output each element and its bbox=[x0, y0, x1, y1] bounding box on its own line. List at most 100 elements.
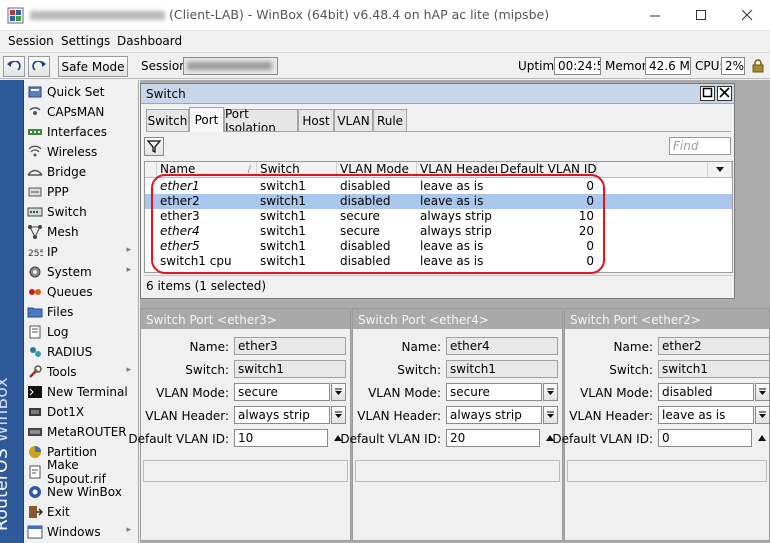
menu-session[interactable]: Session bbox=[8, 34, 54, 48]
safe-mode-button[interactable]: Safe Mode bbox=[58, 56, 128, 77]
sidebar-item-switch[interactable]: Switch bbox=[24, 202, 139, 222]
tab-rule[interactable]: Rule bbox=[373, 109, 407, 131]
sidebar-item-quick-set[interactable]: Quick Set bbox=[24, 82, 139, 102]
windows-icon bbox=[27, 524, 43, 540]
sidebar-item-system[interactable]: System ▸ bbox=[24, 262, 139, 282]
cell-vlan-header: leave as is bbox=[420, 179, 484, 193]
menu-bar: Session Settings Dashboard bbox=[0, 31, 770, 52]
vlan-header-dropdown-button[interactable] bbox=[543, 406, 558, 424]
table-row[interactable]: ether2 switch1 disabled leave as is 0 bbox=[145, 194, 732, 209]
triangle-up-icon bbox=[758, 435, 766, 441]
chevron-down-icon bbox=[715, 167, 724, 172]
sidebar-item-new-terminal[interactable]: New Terminal bbox=[24, 382, 139, 402]
column-header-name[interactable]: Name / bbox=[157, 162, 257, 178]
table-row[interactable]: ether3 switch1 secure always strip 10 bbox=[145, 209, 732, 224]
cpu-label: CPU: bbox=[695, 59, 724, 73]
vlan-mode-field[interactable]: disabled bbox=[658, 383, 754, 401]
vlan-header-field[interactable]: always strip bbox=[446, 406, 542, 424]
sidebar-item-radius[interactable]: RADIUS bbox=[24, 342, 139, 362]
sidebar-item-new-winbox[interactable]: New WinBox bbox=[24, 482, 139, 502]
tab-port-isolation[interactable]: Port Isolation bbox=[224, 107, 298, 135]
vlan-mode-field[interactable]: secure bbox=[234, 383, 330, 401]
table-row[interactable]: ether1 switch1 disabled leave as is 0 bbox=[145, 179, 732, 194]
switch-port-panel-ether2: Switch Port <ether2> Name: ether2 Switch: sw… bbox=[552, 308, 770, 541]
column-header-default-vlan-id[interactable]: Default VLAN ID bbox=[497, 162, 597, 178]
vlan-header-field[interactable]: leave as is bbox=[658, 406, 754, 424]
sidebar-item-files[interactable]: Files bbox=[24, 302, 139, 322]
cell-name: switch1 cpu bbox=[160, 254, 232, 268]
switch-port-panel-ether4: Switch Port <ether4> Name: ether4 Switch: sw… bbox=[340, 308, 563, 541]
sidebar-item-mesh[interactable]: Mesh bbox=[24, 222, 139, 242]
table-row[interactable]: ether5 switch1 disabled leave as is 0 bbox=[145, 239, 732, 254]
sidebar-item-interfaces[interactable]: Interfaces bbox=[24, 122, 139, 142]
filter-button[interactable] bbox=[144, 137, 164, 156]
switch-window-close-button[interactable] bbox=[717, 86, 732, 101]
menu-settings[interactable]: Settings bbox=[61, 34, 110, 48]
default-vlan-id-field[interactable]: 20 bbox=[446, 429, 540, 447]
cell-switch: switch1 bbox=[260, 239, 306, 253]
tools-icon bbox=[27, 364, 43, 380]
sidebar-item-capsman[interactable]: CAPsMAN bbox=[24, 102, 139, 122]
sidebar-item-exit[interactable]: Exit bbox=[24, 502, 139, 522]
tab-vlan[interactable]: VLAN bbox=[334, 109, 373, 131]
sidebar-item-tools[interactable]: Tools ▸ bbox=[24, 362, 139, 382]
sidebar-item-ip[interactable]: 255 IP ▸ bbox=[24, 242, 139, 262]
default-vlan-id-expand-button[interactable] bbox=[756, 430, 768, 446]
minimize-button[interactable] bbox=[632, 0, 678, 31]
cell-default-vlan-id: 0 bbox=[586, 254, 594, 268]
sidebar-item-label: Tools bbox=[47, 365, 77, 379]
default-vlan-id-field[interactable]: 10 bbox=[234, 429, 328, 447]
sidebar-item-bridge[interactable]: Bridge bbox=[24, 162, 139, 182]
cell-default-vlan-id: 0 bbox=[586, 239, 594, 253]
vlan-mode-dropdown-button[interactable] bbox=[543, 383, 558, 401]
sidebar-item-label: Mesh bbox=[47, 225, 79, 239]
sidebar-item-windows[interactable]: Windows ▸ bbox=[24, 522, 139, 542]
find-input[interactable]: Find bbox=[669, 137, 731, 155]
switch-label: Switch: bbox=[609, 363, 653, 377]
undo-button[interactable] bbox=[3, 56, 25, 77]
sidebar-item-label: Bridge bbox=[47, 165, 87, 179]
redo-icon bbox=[32, 60, 46, 71]
sidebar-item-label: RADIUS bbox=[47, 345, 93, 359]
vlan-mode-label: VLAN Mode: bbox=[156, 386, 229, 400]
sidebar-item-queues[interactable]: Queues bbox=[24, 282, 139, 302]
cell-switch: switch1 bbox=[260, 209, 306, 223]
column-header-vlan-header[interactable]: VLAN Header bbox=[417, 162, 500, 178]
panel-title: Switch Port <ether2> bbox=[565, 309, 769, 329]
column-header-vlan-mode[interactable]: VLAN Mode bbox=[337, 162, 417, 178]
redo-button[interactable] bbox=[28, 56, 50, 77]
sidebar-item-ppp[interactable]: PPP bbox=[24, 182, 139, 202]
cell-vlan-header: always strip bbox=[420, 209, 492, 223]
vlan-mode-field[interactable]: secure bbox=[446, 383, 542, 401]
dot1x-icon bbox=[27, 404, 43, 420]
table-row[interactable]: switch1 cpu switch1 disabled leave as is 0 bbox=[145, 254, 732, 269]
column-chooser-button[interactable] bbox=[708, 162, 732, 178]
table-row[interactable]: ether4 switch1 secure always strip 20 bbox=[145, 224, 732, 239]
sidebar-item-wireless[interactable]: Wireless bbox=[24, 142, 139, 162]
sidebar-item-log[interactable]: Log bbox=[24, 322, 139, 342]
tab-host[interactable]: Host bbox=[298, 109, 334, 131]
tab-switch[interactable]: Switch bbox=[146, 109, 189, 131]
queues-icon bbox=[27, 284, 43, 300]
vlan-mode-dropdown-button[interactable] bbox=[331, 383, 346, 401]
dropdown-arrow-icon bbox=[335, 411, 342, 418]
window-title-text: (Client-LAB) - WinBox (64bit) v6.48.4 on… bbox=[169, 7, 550, 22]
tab-port[interactable]: Port bbox=[189, 107, 224, 132]
sidebar-item-dot1x[interactable]: Dot1X bbox=[24, 402, 139, 422]
vlan-mode-dropdown-button[interactable] bbox=[755, 383, 770, 401]
maximize-button[interactable] bbox=[678, 0, 724, 31]
close-button[interactable] bbox=[724, 0, 770, 31]
sidebar-item-label: Files bbox=[47, 305, 74, 319]
vlan-header-dropdown-button[interactable] bbox=[755, 406, 770, 424]
vlan-mode-label: VLAN Mode: bbox=[580, 386, 653, 400]
switch-window-maximize-button[interactable] bbox=[700, 86, 715, 101]
window-title: (Client-LAB) - WinBox (64bit) v6.48.4 on… bbox=[30, 7, 549, 22]
sidebar-item-metarouter[interactable]: MetaROUTER bbox=[24, 422, 139, 442]
vlan-header-field[interactable]: always strip bbox=[234, 406, 330, 424]
vlan-header-dropdown-button[interactable] bbox=[331, 406, 346, 424]
column-header-switch[interactable]: Switch bbox=[257, 162, 337, 178]
sidebar-item-make-supout-rif[interactable]: Make Supout.rif bbox=[24, 458, 139, 486]
menu-dashboard[interactable]: Dashboard bbox=[117, 34, 182, 48]
default-vlan-id-field[interactable]: 0 bbox=[658, 429, 752, 447]
interfaces-icon bbox=[27, 124, 43, 140]
